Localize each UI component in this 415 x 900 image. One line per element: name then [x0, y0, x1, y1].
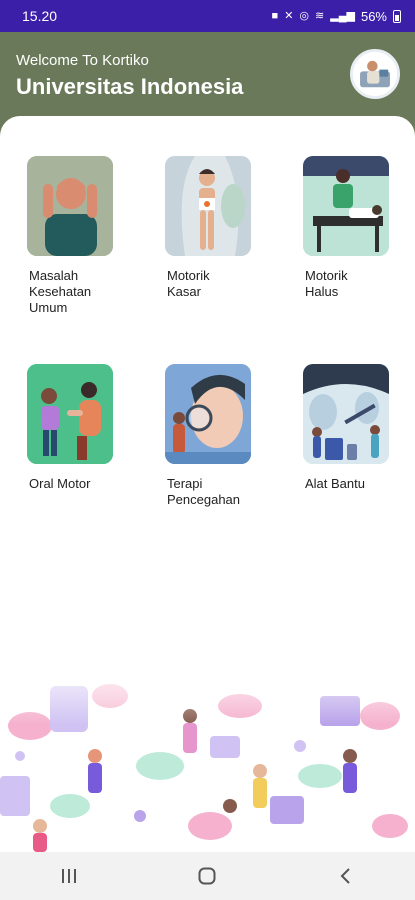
battery-icon: [393, 9, 401, 23]
back-icon: [340, 868, 350, 884]
tile-label-motorik-halus: Motorik Halus: [305, 268, 348, 299]
wifi-icon: ≋: [315, 9, 325, 22]
status-time: 15.20: [22, 8, 58, 24]
mute-icon: ✕: [284, 9, 294, 22]
home-button[interactable]: [177, 858, 237, 894]
tile-label-oral-motor: Oral Motor: [29, 476, 91, 491]
page-title: Universitas Indonesia: [16, 74, 244, 99]
tile-label-motorik-kasar: Motorik Kasar: [167, 268, 210, 299]
recent-apps-button[interactable]: [39, 858, 99, 894]
magnifier-checkup-illustration-icon: [165, 364, 251, 464]
menu-sheet: Masalah Kesehatan Umum Motorik Kasar Mot…: [0, 116, 415, 852]
tile-masalah-kesehatan-umum[interactable]: [27, 156, 113, 256]
decorative-pattern: [0, 656, 415, 852]
tile-terapi-pencegahan[interactable]: [165, 364, 251, 464]
welcome-text: Welcome To Kortiko: [16, 52, 149, 69]
home-icon: [198, 867, 216, 885]
tile-label-terapi-pencegahan: Terapi Pencegahan: [167, 476, 241, 507]
tile-motorik-kasar[interactable]: [165, 156, 251, 256]
notification-icon: ■: [271, 9, 279, 22]
battery-percent: 56%: [360, 8, 387, 24]
profile-illustration-icon: [353, 52, 397, 96]
hotspot-icon: ◎: [299, 9, 310, 22]
recent-apps-icon: [62, 869, 77, 883]
headache-person-illustration-icon: [27, 156, 113, 256]
navigation-bar: [0, 852, 415, 900]
tile-label-masalah-kesehatan-umum: Masalah Kesehatan Umum: [29, 268, 92, 315]
signal-icon: ▂▄▆: [330, 9, 355, 22]
status-bar: 15.20 ■ ✕ ◎ ≋ ▂▄▆ 56%: [0, 0, 415, 32]
body-figure-illustration-icon: [165, 156, 251, 256]
tile-motorik-halus[interactable]: [303, 156, 389, 256]
tile-label-alat-bantu: Alat Bantu: [305, 476, 365, 491]
tile-alat-bantu[interactable]: [303, 364, 389, 464]
status-icons: ■ ✕ ◎ ≋ ▂▄▆ 56%: [272, 9, 401, 24]
medical-equipment-illustration-icon: [303, 364, 389, 464]
tile-oral-motor[interactable]: [27, 364, 113, 464]
avatar[interactable]: [350, 49, 400, 99]
back-button[interactable]: [316, 858, 376, 894]
child-therapist-illustration-icon: [27, 364, 113, 464]
doctor-patient-illustration-icon: [303, 156, 389, 256]
